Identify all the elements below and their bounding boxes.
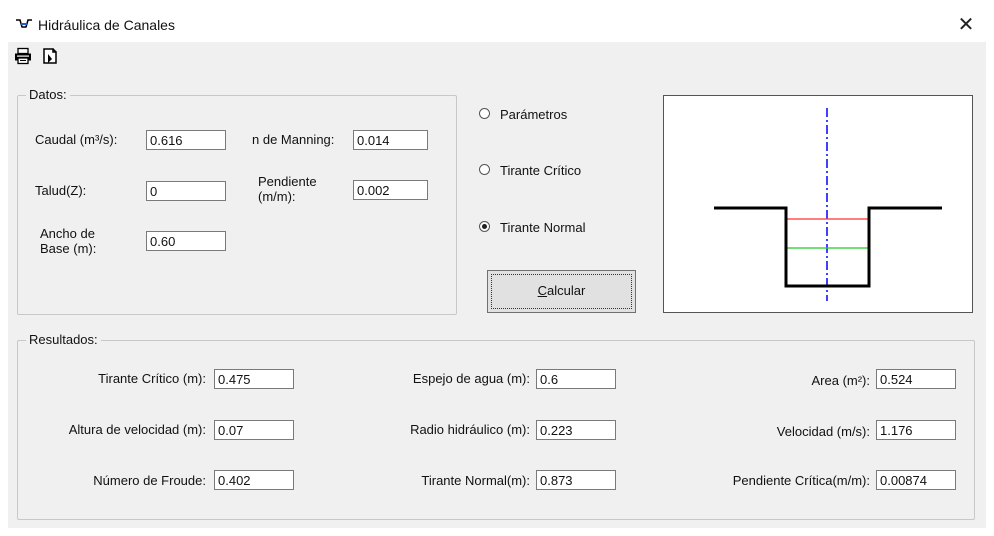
manning-label: n de Manning: xyxy=(252,132,335,147)
altura-velocidad-output[interactable] xyxy=(214,420,294,440)
radio-hidraulico-label: Radio hidráulico (m): xyxy=(410,422,530,437)
radio-tirante-normal[interactable]: Tirante Normal xyxy=(479,220,609,236)
radio-tirante-normal-circle xyxy=(479,221,490,232)
pendiente-critica-output[interactable] xyxy=(876,470,956,490)
caudal-input[interactable] xyxy=(146,130,226,150)
printer-icon[interactable] xyxy=(14,47,32,68)
calcular-label-rest: alcular xyxy=(547,283,586,298)
ancho-input[interactable] xyxy=(146,231,226,251)
espejo-agua-label: Espejo de agua (m): xyxy=(412,371,530,386)
radio-parametros-circle xyxy=(479,108,490,119)
pendiente-input[interactable] xyxy=(353,180,428,200)
caudal-label: Caudal (m³/s): xyxy=(35,132,118,147)
channel-outline xyxy=(714,206,942,288)
close-button[interactable]: ✕ xyxy=(946,8,986,42)
radio-tirante-critico-circle xyxy=(479,164,490,175)
pendiente-label-line2: (m/m): xyxy=(258,189,296,204)
radio-tirante-normal-label: Tirante Normal xyxy=(500,220,586,235)
altura-velocidad-label: Altura de velocidad (m): xyxy=(68,422,206,437)
calcular-accelerator-key: C xyxy=(537,283,548,298)
velocidad-output[interactable] xyxy=(876,420,956,440)
area-label: Area (m²): xyxy=(811,373,871,388)
talud-label: Talud(Z): xyxy=(35,183,87,198)
datos-group: Datos: xyxy=(17,87,457,315)
tirante-normal-output[interactable] xyxy=(536,470,616,490)
channel-app-icon xyxy=(16,18,32,33)
tirante-normal-label: Tirante Normal(m): xyxy=(421,473,530,488)
talud-input[interactable] xyxy=(146,181,226,201)
pendiente-critica-label: Pendiente Crítica(m/m): xyxy=(732,473,870,488)
calcular-button[interactable]: Calcular xyxy=(487,270,636,313)
radio-parametros-label: Parámetros xyxy=(500,107,568,122)
numero-froude-label: Número de Froude: xyxy=(93,473,206,488)
ancho-label-line1: Ancho de xyxy=(40,226,95,241)
radio-selected-dot xyxy=(482,224,487,229)
toolbar xyxy=(8,42,986,72)
app-window: Hidráulica de Canales ✕ Datos: Caudal (m… xyxy=(8,8,986,528)
ancho-label-line2: Base (m): xyxy=(40,241,97,256)
title-bar: Hidráulica de Canales ✕ xyxy=(8,8,986,42)
manning-input[interactable] xyxy=(353,130,428,150)
channel-section-svg xyxy=(714,108,942,301)
print-preview-icon[interactable] xyxy=(42,47,60,68)
pendiente-label-line1: Pendiente xyxy=(258,174,317,189)
datos-legend: Datos: xyxy=(26,87,70,102)
radio-parametros[interactable]: Parámetros xyxy=(479,107,609,123)
radio-hidraulico-output[interactable] xyxy=(536,420,616,440)
resultados-legend: Resultados: xyxy=(26,332,101,347)
espejo-agua-output[interactable] xyxy=(536,369,616,389)
numero-froude-output[interactable] xyxy=(214,470,294,490)
tirante-critico-output[interactable] xyxy=(214,369,294,389)
area-output[interactable] xyxy=(876,369,956,389)
calcular-label: Calcular xyxy=(488,283,635,298)
velocidad-label: Velocidad (m/s): xyxy=(776,424,870,439)
channel-diagram xyxy=(663,95,973,313)
radio-tirante-critico[interactable]: Tirante Crítico xyxy=(479,163,609,179)
tirante-critico-label: Tirante Crítico (m): xyxy=(98,371,206,386)
window-title: Hidráulica de Canales xyxy=(38,17,175,33)
radio-tirante-critico-label: Tirante Crítico xyxy=(500,163,582,178)
